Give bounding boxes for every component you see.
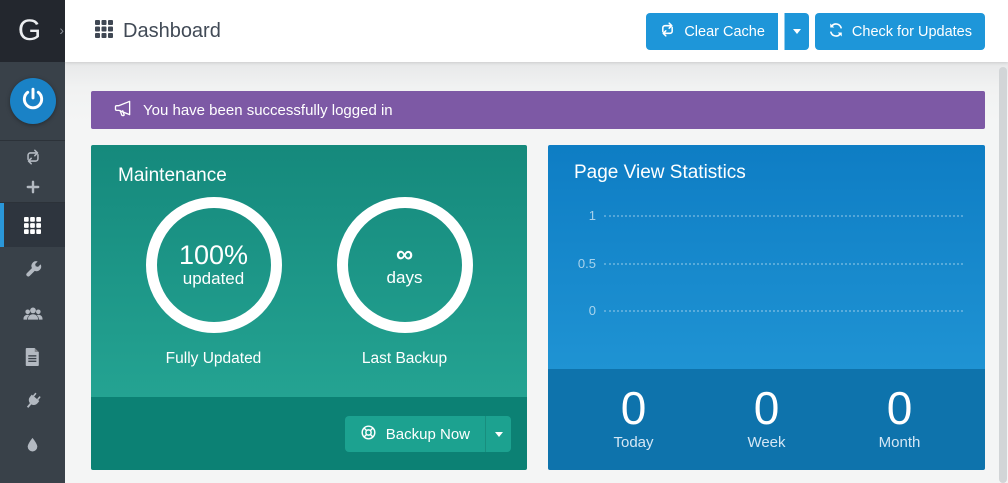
backup-now-label: Backup Now bbox=[386, 426, 470, 443]
top-header: Dashboard Clear Cache bbox=[65, 0, 1008, 62]
stat-week-value: 0 bbox=[754, 383, 780, 434]
clear-cache-button[interactable]: Clear Cache bbox=[646, 13, 778, 50]
backup-stat: ∞ days Last Backup bbox=[309, 197, 500, 368]
backup-dropdown-button[interactable] bbox=[485, 416, 511, 452]
stat-week-label: Week bbox=[747, 434, 785, 451]
sidebar-item-themes[interactable] bbox=[0, 423, 65, 467]
sync-icon bbox=[828, 22, 844, 42]
page-views-title: Page View Statistics bbox=[574, 162, 746, 184]
backup-label: Last Backup bbox=[362, 350, 447, 368]
clear-cache-label: Clear Cache bbox=[684, 24, 765, 40]
success-alert: You have been successfully logged in bbox=[91, 91, 985, 129]
drop-icon bbox=[25, 436, 40, 454]
stat-month-label: Month bbox=[879, 434, 921, 451]
retweet-icon bbox=[24, 148, 42, 166]
sidebar-item-refresh[interactable] bbox=[0, 141, 65, 172]
gridline-05: 0.5 bbox=[548, 255, 963, 271]
page-title-group: Dashboard bbox=[95, 0, 221, 62]
page-views-chart: Page View Statistics 1 0.5 0 bbox=[548, 145, 985, 369]
maintenance-card: Maintenance 100% updated Fully Updated ∞… bbox=[91, 145, 527, 470]
stat-week: 0 Week bbox=[700, 383, 833, 470]
dotted-gridline bbox=[604, 310, 963, 312]
stat-month: 0 Month bbox=[833, 383, 966, 470]
check-updates-button[interactable]: Check for Updates bbox=[815, 13, 985, 50]
power-logo[interactable] bbox=[10, 78, 56, 124]
document-icon bbox=[25, 348, 40, 366]
dotted-gridline bbox=[604, 263, 963, 265]
backup-button-group: Backup Now bbox=[345, 416, 511, 452]
updated-stat: 100% updated Fully Updated bbox=[118, 197, 309, 368]
plus-icon bbox=[25, 179, 41, 195]
sidebar-item-plugins[interactable] bbox=[0, 379, 65, 423]
updated-label: Fully Updated bbox=[166, 350, 262, 368]
page-title: Dashboard bbox=[123, 20, 221, 43]
maintenance-footer: Backup Now bbox=[91, 397, 527, 470]
sidebar-brand-section bbox=[0, 62, 65, 141]
retweet-icon bbox=[659, 21, 676, 42]
alert-message: You have been successfully logged in bbox=[143, 102, 393, 119]
grid-icon bbox=[24, 217, 41, 234]
app-logo[interactable]: G › bbox=[0, 0, 65, 62]
sidebar-item-logs[interactable] bbox=[0, 335, 65, 379]
sidebar-item-tools[interactable] bbox=[0, 247, 65, 291]
backup-now-button[interactable]: Backup Now bbox=[345, 416, 485, 452]
stat-today: 0 Today bbox=[567, 383, 700, 470]
header-actions: Clear Cache Check for Updates bbox=[646, 13, 985, 50]
backup-circle: ∞ days bbox=[337, 197, 473, 333]
caret-down-icon bbox=[495, 432, 503, 437]
sidebar-item-dashboard[interactable] bbox=[0, 203, 65, 247]
clear-cache-dropdown-button[interactable] bbox=[784, 13, 809, 50]
dashboard-grid-icon bbox=[95, 20, 113, 43]
maintenance-title: Maintenance bbox=[118, 165, 227, 187]
check-updates-label: Check for Updates bbox=[852, 24, 972, 40]
plug-icon bbox=[23, 392, 42, 411]
power-icon bbox=[20, 86, 46, 117]
stat-today-value: 0 bbox=[621, 383, 647, 434]
logo-letter: G bbox=[18, 14, 41, 48]
updated-value: 100% bbox=[179, 241, 248, 269]
maintenance-body: Maintenance 100% updated Fully Updated ∞… bbox=[91, 145, 527, 397]
y-tick-label: 0 bbox=[548, 303, 604, 318]
life-ring-icon bbox=[360, 424, 377, 445]
sidebar-item-users[interactable] bbox=[0, 291, 65, 335]
sidebar-item-add[interactable] bbox=[0, 172, 65, 203]
gridline-1: 1 bbox=[548, 207, 963, 223]
sidebar: G › bbox=[0, 0, 65, 483]
updated-unit: updated bbox=[183, 269, 244, 289]
gridline-0: 0 bbox=[548, 302, 963, 318]
sidebar-expand-chevron-icon[interactable]: › bbox=[59, 22, 64, 38]
backup-unit: days bbox=[387, 268, 423, 288]
updated-circle: 100% updated bbox=[146, 197, 282, 333]
stat-today-label: Today bbox=[613, 434, 653, 451]
users-icon bbox=[23, 305, 43, 321]
wrench-icon bbox=[24, 260, 42, 278]
page-views-footer: 0 Today 0 Week 0 Month bbox=[548, 369, 985, 470]
y-tick-label: 0.5 bbox=[548, 256, 604, 271]
dotted-gridline bbox=[604, 215, 963, 217]
caret-down-icon bbox=[793, 29, 801, 34]
backup-value: ∞ bbox=[396, 242, 413, 267]
maintenance-circles: 100% updated Fully Updated ∞ days Last B… bbox=[118, 197, 500, 368]
page-views-card: Page View Statistics 1 0.5 0 0 Today 0 W… bbox=[548, 145, 985, 470]
vertical-scrollbar-thumb[interactable] bbox=[999, 67, 1007, 483]
y-tick-label: 1 bbox=[548, 208, 604, 223]
megaphone-icon bbox=[114, 100, 133, 121]
dashboard-page: G › bbox=[0, 0, 1008, 483]
stat-month-value: 0 bbox=[887, 383, 913, 434]
